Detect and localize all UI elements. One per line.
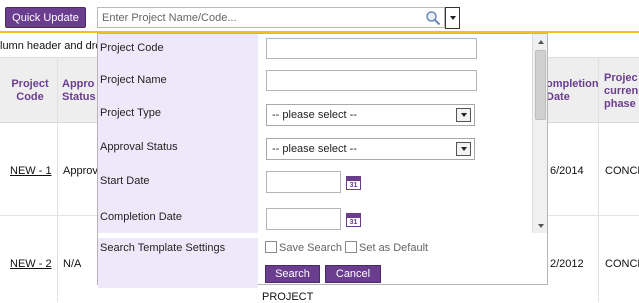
save-search-label: Save Search: [279, 242, 342, 254]
project-code-label: Project Code: [100, 42, 164, 54]
search-dropdown-toggle[interactable]: [445, 7, 460, 29]
project-search-box[interactable]: [97, 7, 445, 28]
project-code-link[interactable]: NEW - 1: [10, 165, 52, 177]
quick-update-button[interactable]: Quick Update: [5, 7, 86, 28]
approval-status-selected-value: -- please select --: [272, 143, 357, 155]
project-type-selected-value: -- please select --: [272, 109, 357, 121]
completion-date-label: Completion Date: [100, 211, 182, 223]
calendar-icon[interactable]: 31: [346, 176, 361, 190]
project-name-label: Project Name: [100, 74, 167, 86]
approval-status-label: Approval Status: [100, 141, 178, 153]
panel-scrollbar[interactable]: [532, 34, 547, 233]
search-button[interactable]: Search: [265, 265, 320, 283]
toolbar: Quick Update: [0, 0, 639, 33]
cancel-button[interactable]: Cancel: [325, 265, 381, 283]
column-header-current-phase[interactable]: Projec curren phase: [604, 72, 639, 111]
project-search-input[interactable]: [100, 10, 420, 25]
project-name-input[interactable]: [266, 70, 477, 91]
project-type-label: Project Type: [100, 107, 161, 119]
chevron-down-icon[interactable]: [456, 108, 471, 122]
search-fields-area: Project Code Project Name Project Type -…: [98, 34, 530, 233]
completion-date-input[interactable]: [266, 208, 341, 230]
search-icon[interactable]: [425, 10, 441, 26]
approval-status-select[interactable]: -- please select --: [266, 138, 475, 160]
template-settings-label: Search Template Settings: [100, 242, 226, 254]
column-header-approval-status[interactable]: Appro Status: [62, 78, 102, 104]
column-header-project-code[interactable]: Project Code: [6, 78, 54, 104]
project-code-link[interactable]: NEW - 2: [10, 258, 52, 270]
set-as-default-checkbox[interactable]: [345, 241, 357, 253]
label-column: [98, 34, 258, 233]
partial-cell-text: PROJECT: [262, 291, 314, 303]
start-date-label: Start Date: [100, 175, 150, 187]
project-code-input[interactable]: [266, 38, 477, 59]
approval-status-cell: Approv: [63, 165, 98, 177]
column-header-completion-date[interactable]: ompletion Date: [546, 78, 599, 104]
completion-date-cell: 6/2014: [550, 165, 584, 177]
current-phase-cell: CONCE: [605, 165, 639, 177]
completion-date-cell: 2/2012: [550, 258, 584, 270]
set-as-default-label: Set as Default: [359, 242, 429, 254]
approval-status-cell: N/A: [63, 258, 82, 270]
template-settings-row: Search Template Settings Save Search Set…: [98, 238, 530, 288]
chevron-down-icon[interactable]: [456, 142, 471, 156]
advanced-search-panel: Project Code Project Name Project Type -…: [97, 33, 548, 288]
scroll-down-arrow[interactable]: [534, 219, 547, 232]
scrollbar-thumb[interactable]: [535, 50, 546, 120]
scroll-up-arrow[interactable]: [534, 35, 547, 48]
grouping-hint-text: lumn header and dro: [0, 40, 102, 52]
save-search-checkbox[interactable]: [265, 241, 277, 253]
calendar-icon[interactable]: 31: [346, 213, 361, 227]
start-date-input[interactable]: [266, 171, 341, 193]
project-type-select[interactable]: -- please select --: [266, 104, 475, 126]
current-phase-cell: CONCE: [605, 258, 639, 270]
